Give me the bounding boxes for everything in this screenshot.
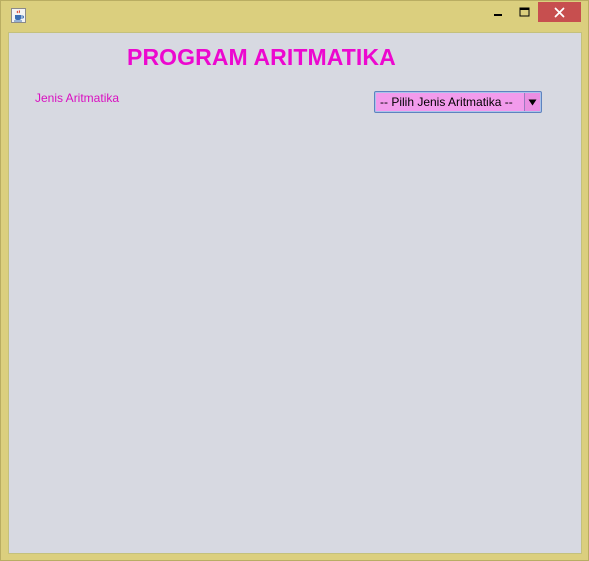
page-title: PROGRAM ARITMATIKA — [127, 44, 396, 70]
dropdown-arrow-icon — [528, 99, 537, 105]
maximize-button[interactable] — [512, 2, 536, 22]
title-bar[interactable] — [1, 1, 588, 31]
app-window: PROGRAM ARITMATIKA Jenis Aritmatika -- P… — [0, 0, 589, 561]
maximize-icon — [519, 7, 529, 17]
dropdown-arrow-button[interactable] — [524, 93, 540, 111]
minimize-icon — [494, 14, 502, 16]
jenis-aritmatika-label: Jenis Aritmatika — [35, 91, 120, 105]
jenis-aritmatika-select-value: -- Pilih Jenis Aritmatika -- — [380, 95, 513, 109]
java-coffee-cup-icon[interactable] — [11, 8, 26, 23]
close-button[interactable] — [538, 2, 581, 22]
jenis-aritmatika-select[interactable]: -- Pilih Jenis Aritmatika -- — [374, 91, 542, 113]
minimize-button[interactable] — [487, 2, 509, 22]
main-panel: PROGRAM ARITMATIKA Jenis Aritmatika -- P… — [8, 32, 582, 554]
close-icon — [554, 7, 565, 17]
